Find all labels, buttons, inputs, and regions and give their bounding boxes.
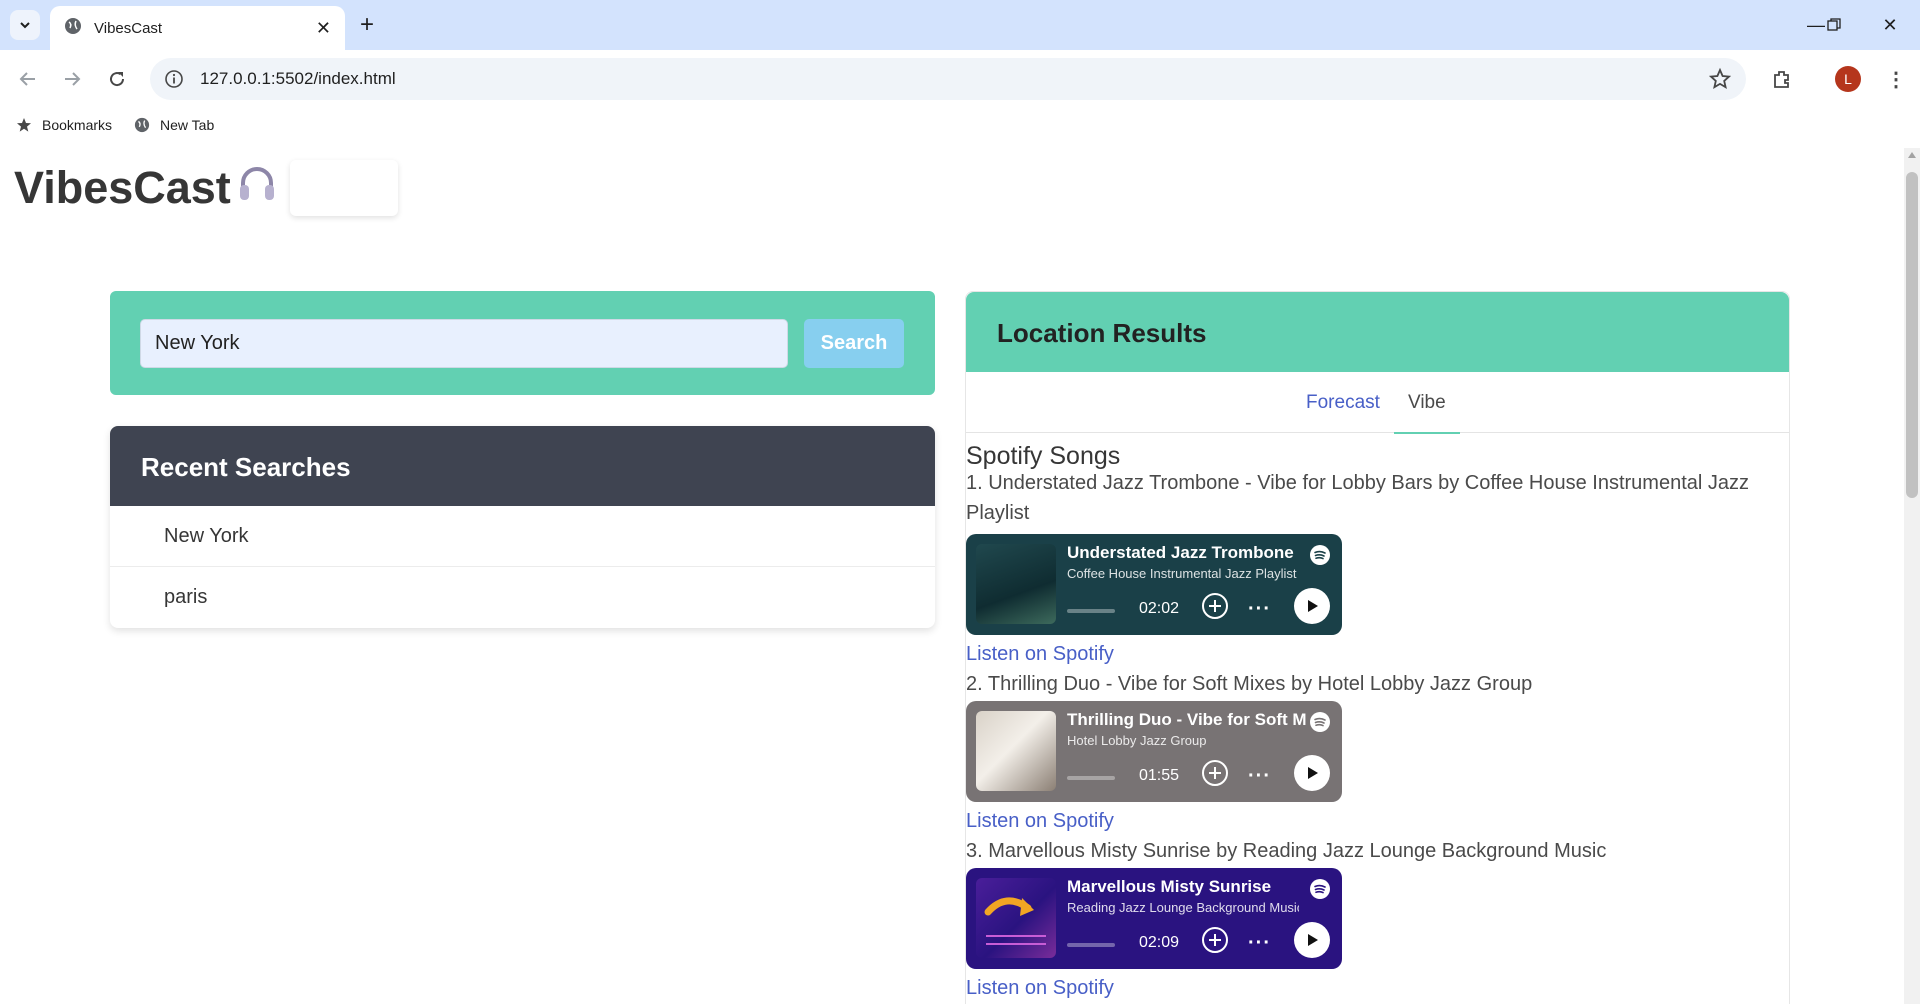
play-button[interactable]: [1294, 922, 1330, 958]
browser-tabstrip: VibesCast ✕ + — ✕: [0, 0, 1920, 50]
song-line: 1. Understated Jazz Trombone - Vibe for …: [966, 472, 1749, 524]
song-line: 3. Marvellous Misty Sunrise by Reading J…: [966, 840, 1607, 862]
browser-menu-icon[interactable]: ⋮: [1880, 63, 1912, 95]
bookmarks-bar: Bookmarks New Tab: [0, 108, 1920, 142]
extensions-icon[interactable]: [1766, 63, 1798, 95]
spotify-logo-icon[interactable]: [1310, 545, 1330, 565]
play-icon: [1308, 934, 1318, 946]
page-viewport: VibesCast Search Recent Searches New Yor…: [0, 148, 1904, 1004]
player-artist: Reading Jazz Lounge Background Music: [1067, 900, 1299, 915]
add-icon[interactable]: [1200, 758, 1230, 788]
play-button[interactable]: [1294, 755, 1330, 791]
globe-icon: [134, 117, 150, 133]
site-info-icon[interactable]: [164, 69, 184, 89]
play-icon: [1308, 767, 1318, 779]
chevron-down-icon: [20, 22, 30, 29]
bookmark-label: Bookmarks: [42, 117, 113, 133]
browser-toolbar: 127.0.0.1:5502/index.html L ⋮: [0, 50, 1920, 108]
header-empty-box: [290, 160, 398, 216]
recent-search-item[interactable]: New York: [110, 506, 935, 567]
more-options-icon[interactable]: ···: [1248, 932, 1271, 955]
song-line: 2. Thrilling Duo - Vibe for Soft Mixes b…: [966, 673, 1533, 695]
star-icon: [17, 118, 31, 132]
search-button[interactable]: Search: [804, 319, 904, 368]
album-cover: [976, 711, 1056, 791]
brand-name: VibesCast: [14, 162, 231, 213]
player-title: Thrilling Duo - Vibe for Soft Mixes: [1067, 710, 1307, 729]
tab-search-button[interactable]: [10, 10, 40, 40]
bookmark-new-tab[interactable]: New Tab: [134, 117, 214, 133]
spotify-logo-icon[interactable]: [1310, 712, 1330, 732]
player-title: Marvellous Misty Sunrise: [1067, 877, 1272, 896]
brand-logo: VibesCast: [14, 162, 277, 214]
tab-vibe[interactable]: Vibe: [1394, 392, 1460, 434]
location-results-panel: Location Results Forecast Vibe Spotify S…: [965, 291, 1790, 1004]
recent-searches-panel: Recent Searches New York paris: [110, 426, 935, 628]
player-artist: Coffee House Instrumental Jazz Playlist: [1067, 566, 1297, 581]
restore-icon[interactable]: [1814, 8, 1854, 42]
tab-title: VibesCast: [94, 19, 163, 37]
add-icon[interactable]: [1200, 925, 1230, 955]
player-time: 01:55: [1139, 767, 1180, 784]
new-tab-button[interactable]: +: [352, 10, 382, 40]
recent-search-item[interactable]: paris: [110, 567, 935, 628]
album-art-arrow: [984, 897, 1046, 945]
search-panel: Search: [110, 291, 935, 395]
url-text: 127.0.0.1:5502/index.html: [200, 69, 396, 88]
add-icon[interactable]: [1200, 591, 1230, 621]
tab-forecast[interactable]: Forecast: [1306, 392, 1380, 414]
listen-on-spotify-link[interactable]: Listen on Spotify: [966, 977, 1114, 1000]
spotify-player[interactable]: Marvellous Misty Sunrise Reading Jazz Lo…: [966, 868, 1342, 969]
album-cover: [976, 544, 1056, 624]
listen-on-spotify-link[interactable]: Listen on Spotify: [966, 810, 1114, 833]
spotify-songs-title: Spotify Songs: [966, 442, 1121, 470]
progress-bar[interactable]: [1067, 609, 1115, 613]
listen-on-spotify-link[interactable]: Listen on Spotify: [966, 643, 1114, 666]
spotify-player[interactable]: Thrilling Duo - Vibe for Soft Mixes Hote…: [966, 701, 1342, 802]
player-artist: Hotel Lobby Jazz Group: [1067, 733, 1207, 748]
progress-bar[interactable]: [1067, 776, 1115, 780]
play-button[interactable]: [1294, 588, 1330, 624]
more-options-icon[interactable]: ···: [1248, 598, 1271, 621]
player-title: Understated Jazz Trombone: [1067, 543, 1294, 562]
reload-icon[interactable]: [101, 63, 133, 95]
player-time: 02:02: [1139, 600, 1180, 617]
globe-icon: [64, 17, 82, 40]
bookmark-star-icon[interactable]: [1708, 67, 1732, 91]
profile-avatar[interactable]: L: [1835, 66, 1861, 92]
window-close-icon[interactable]: ✕: [1870, 8, 1910, 42]
headphones-icon: [237, 162, 277, 214]
city-search-input[interactable]: [140, 319, 788, 368]
bookmarks-folder[interactable]: Bookmarks: [16, 117, 112, 133]
spotify-logo-icon[interactable]: [1310, 879, 1330, 899]
scroll-thumb[interactable]: [1906, 172, 1918, 498]
bookmark-label: New Tab: [160, 117, 215, 133]
results-tabs: Forecast Vibe: [966, 372, 1789, 434]
location-results-title: Location Results: [966, 292, 1789, 372]
spotify-player[interactable]: Understated Jazz Trombone Coffee House I…: [966, 534, 1342, 635]
forward-arrow-icon[interactable]: [56, 63, 88, 95]
scroll-up-arrow-icon[interactable]: [1908, 152, 1916, 158]
browser-tab[interactable]: VibesCast ✕: [50, 6, 345, 50]
page-scrollbar[interactable]: [1904, 148, 1920, 1004]
album-cover: [976, 878, 1056, 958]
address-bar[interactable]: 127.0.0.1:5502/index.html: [150, 58, 1746, 100]
back-arrow-icon[interactable]: [12, 63, 44, 95]
more-options-icon[interactable]: ···: [1248, 765, 1271, 788]
play-icon: [1308, 600, 1318, 612]
recent-searches-title: Recent Searches: [110, 426, 935, 506]
close-icon[interactable]: ✕: [316, 18, 331, 39]
player-time: 02:09: [1139, 934, 1180, 951]
progress-bar[interactable]: [1067, 943, 1115, 947]
